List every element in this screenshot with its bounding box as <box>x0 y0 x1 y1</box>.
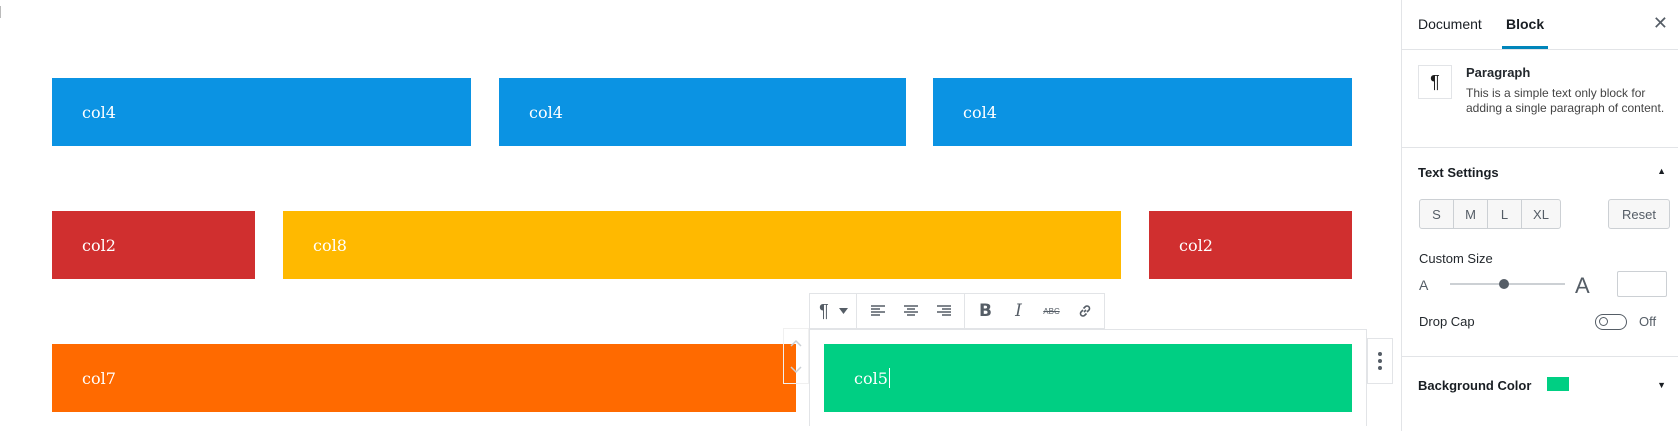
large-a-icon: A <box>1575 273 1590 298</box>
panel-title: Text Settings <box>1418 165 1499 180</box>
expand-arrow-icon: ▼ <box>1657 380 1666 390</box>
text-caret <box>888 368 890 388</box>
drop-cap-label: Drop Cap <box>1419 314 1475 329</box>
column-block[interactable]: col2 <box>1149 211 1352 279</box>
block-mover[interactable] <box>783 328 809 384</box>
tab-document[interactable]: Document <box>1418 0 1482 48</box>
reset-button[interactable]: Reset <box>1608 199 1670 229</box>
formatting-group: B I ABC <box>965 294 1105 328</box>
align-center-icon[interactable] <box>894 294 927 328</box>
block-title: Paragraph <box>1466 65 1531 80</box>
link-icon[interactable] <box>1068 294 1101 328</box>
strikethrough-label: ABC <box>1043 306 1060 316</box>
column-block[interactable]: col7 <box>52 344 796 412</box>
column-label: col4 <box>82 102 116 122</box>
corner-mark <box>0 6 4 18</box>
block-card: ¶ Paragraph This is a simple text only b… <box>1402 50 1678 148</box>
column-label: col4 <box>963 102 997 122</box>
size-button-xl[interactable]: XL <box>1522 200 1560 228</box>
drop-cap-state: Off <box>1639 314 1657 329</box>
small-a-icon: A <box>1419 277 1429 293</box>
column-label: col2 <box>1179 235 1213 255</box>
tab-block[interactable]: Block <box>1502 0 1549 49</box>
column-block[interactable]: col4 <box>52 78 471 146</box>
font-size-picker: S M L XL <box>1419 199 1561 229</box>
panel-title: Background Color <box>1418 378 1532 393</box>
size-button-s[interactable]: S <box>1420 200 1454 228</box>
column-label: col2 <box>82 235 116 255</box>
size-button-m[interactable]: M <box>1454 200 1488 228</box>
text-settings-header[interactable]: Text Settings ▲ <box>1402 148 1678 196</box>
sidebar-tabs: Document Block ✕ <box>1402 0 1678 50</box>
column-block[interactable]: col2 <box>52 211 255 279</box>
column-block[interactable]: col8 <box>283 211 1121 279</box>
block-toolbar: ¶ B I ABC <box>809 293 1105 329</box>
custom-size-slider[interactable] <box>1450 279 1565 289</box>
background-color-header[interactable]: Background Color ▼ <box>1402 362 1678 410</box>
move-down-icon[interactable] <box>790 365 802 374</box>
align-left-icon[interactable] <box>861 294 894 328</box>
slider-handle[interactable] <box>1499 279 1510 289</box>
paragraph-icon: ¶ <box>1418 65 1452 99</box>
block-description: This is a simple text only block for add… <box>1466 86 1665 115</box>
custom-size-label: Custom Size <box>1419 251 1493 266</box>
column-label: col4 <box>529 102 563 122</box>
column-label: col8 <box>313 235 347 255</box>
align-right-icon[interactable] <box>927 294 960 328</box>
italic-icon[interactable]: I <box>1002 294 1035 328</box>
collapse-arrow-icon: ▲ <box>1657 166 1666 176</box>
size-button-l[interactable]: L <box>1488 200 1522 228</box>
settings-sidebar: Document Block ✕ ¶ Paragraph This is a s… <box>1401 0 1678 431</box>
strikethrough-icon[interactable]: ABC <box>1035 294 1068 328</box>
divider <box>1402 356 1678 357</box>
block-switcher[interactable]: ¶ <box>810 294 857 328</box>
close-icon[interactable]: ✕ <box>1653 13 1668 34</box>
column-block[interactable]: col4 <box>933 78 1352 146</box>
editor-canvas: col4 col4 col4 col2 col8 col2 col7 col5 … <box>0 0 1400 431</box>
chevron-down-icon[interactable] <box>834 294 852 328</box>
column-block[interactable]: col4 <box>499 78 906 146</box>
background-color-swatch <box>1547 377 1569 391</box>
bold-icon[interactable]: B <box>969 294 1002 328</box>
toggle-knob <box>1599 317 1608 326</box>
move-up-icon[interactable] <box>790 339 802 347</box>
paragraph-icon[interactable]: ¶ <box>814 294 834 328</box>
column-block-selected[interactable]: col5 <box>824 344 1352 412</box>
more-vertical-icon <box>1378 352 1382 370</box>
custom-size-input[interactable] <box>1617 271 1667 297</box>
alignment-group <box>857 294 965 328</box>
column-label: col7 <box>82 368 116 388</box>
drop-cap-toggle[interactable] <box>1595 314 1627 330</box>
column-label[interactable]: col5 <box>854 369 888 388</box>
more-options-button[interactable] <box>1367 338 1393 384</box>
